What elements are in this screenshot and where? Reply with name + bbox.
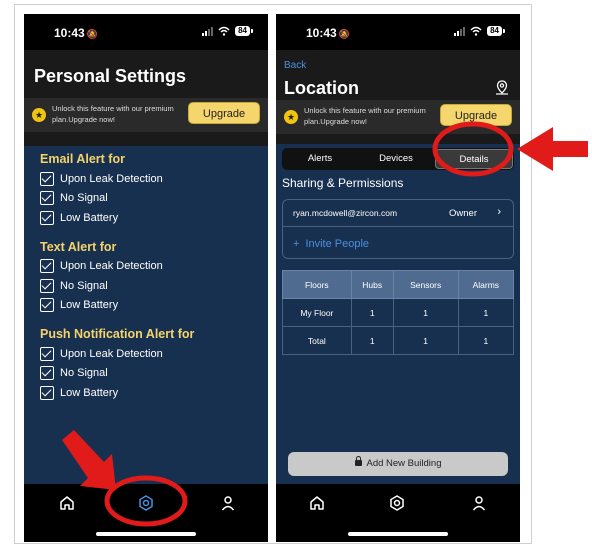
person-icon[interactable] — [470, 494, 488, 512]
table-row: Total 1 1 1 — [282, 326, 515, 355]
upgrade-text: Unlock this feature with our premium pla… — [52, 104, 174, 124]
table-cell: 1 — [457, 326, 515, 355]
table-header: Hubs — [350, 270, 394, 299]
person-icon[interactable] — [219, 494, 237, 512]
battery-icon: 84 — [235, 26, 253, 36]
location-pin-icon[interactable] — [494, 80, 510, 96]
home-icon[interactable] — [58, 494, 76, 512]
section-title-push: Push Notification Alert for — [40, 327, 195, 341]
table-row[interactable]: My Floor 1 1 1 — [282, 298, 515, 327]
upgrade-text: Unlock this feature with our premium pla… — [304, 106, 426, 126]
home-icon[interactable] — [308, 494, 326, 512]
email-nosignal-checkbox[interactable]: No Signal — [40, 189, 268, 209]
table-cell: Total — [282, 326, 352, 355]
tab-details[interactable]: Details — [435, 149, 513, 169]
section-title-email: Email Alert for — [40, 152, 125, 166]
table-header: Alarms — [457, 270, 515, 299]
email-battery-checkbox[interactable]: Low Battery — [40, 208, 268, 228]
back-link[interactable]: Back — [284, 60, 306, 71]
section-title-text: Text Alert for — [40, 239, 117, 254]
star-icon: ★ — [284, 110, 298, 124]
bottom-nav — [276, 484, 520, 542]
phone-location-details: 10:43 🔕 84 Back Location ★ Unlock this fe… — [276, 14, 520, 542]
alert-settings-content: Email Alert for Upon Leak Detection No S… — [24, 146, 268, 484]
table-cell: 1 — [350, 298, 394, 327]
location-details-content: Alerts Devices Details Sharing & Permiss… — [276, 144, 520, 484]
text-leak-checkbox[interactable]: Upon Leak Detection — [40, 257, 268, 277]
table-header: Sensors — [392, 270, 459, 299]
sharing-box: ryan.mcdowell@zircon.com Owner › + Invite… — [282, 199, 514, 259]
share-email: ryan.mcdowell@zircon.com — [293, 208, 398, 218]
phone-personal-settings: 10:43 🔕 84 Personal Settings ★ Unlock thi… — [24, 14, 268, 542]
status-time: 10:43 🔕 — [306, 26, 350, 40]
upgrade-banner: ★ Unlock this feature with our premium p… — [276, 100, 520, 134]
battery-icon: 84 — [487, 26, 505, 36]
table-cell: 1 — [392, 326, 459, 355]
table-cell: My Floor — [282, 298, 352, 327]
upgrade-button[interactable]: Upgrade — [188, 102, 260, 124]
chevron-right-icon: › — [497, 206, 501, 218]
status-icons: 84 — [454, 26, 505, 36]
table-cell: 1 — [457, 298, 515, 327]
table-cell: 1 — [350, 326, 394, 355]
checkbox-checked-icon[interactable] — [40, 346, 54, 361]
text-battery-checkbox[interactable]: Low Battery — [40, 296, 268, 316]
checkbox-checked-icon[interactable] — [40, 298, 54, 313]
status-bar: 10:43 🔕 84 — [24, 14, 268, 50]
email-leak-checkbox[interactable]: Upon Leak Detection — [40, 169, 268, 189]
add-new-building-button[interactable]: Add New Building — [288, 452, 508, 476]
settings-gear-icon[interactable] — [137, 494, 155, 512]
table-cell: 1 — [392, 298, 459, 327]
star-icon: ★ — [32, 108, 46, 122]
upgrade-button[interactable]: Upgrade — [440, 104, 512, 126]
checkbox-checked-icon[interactable] — [40, 366, 54, 381]
push-nosignal-checkbox[interactable]: No Signal — [40, 364, 268, 384]
checkbox-checked-icon[interactable] — [40, 171, 54, 186]
plus-icon: + — [293, 238, 300, 250]
checkbox-checked-icon[interactable] — [40, 210, 54, 225]
status-time: 10:43 🔕 — [54, 26, 98, 40]
bottom-nav — [24, 484, 268, 542]
lock-icon — [354, 456, 362, 466]
upgrade-banner: ★ Unlock this feature with our premium p… — [24, 98, 268, 132]
signal-icon — [202, 26, 214, 36]
home-indicator — [96, 532, 196, 536]
table-header: Floors — [282, 270, 352, 299]
text-nosignal-checkbox[interactable]: No Signal — [40, 276, 268, 296]
location-tabs: Alerts Devices Details — [282, 148, 514, 170]
status-bar: 10:43 🔕 84 — [276, 14, 520, 50]
tab-alerts[interactable]: Alerts — [282, 148, 358, 170]
page-header: Personal Settings ★ Unlock this feature … — [24, 50, 268, 146]
checkbox-checked-icon[interactable] — [40, 278, 54, 293]
wifi-icon — [470, 26, 482, 36]
checkbox-checked-icon[interactable] — [40, 191, 54, 206]
invite-people-button[interactable]: + Invite People — [293, 238, 369, 250]
share-role: Owner — [449, 208, 477, 219]
checkbox-checked-icon[interactable] — [40, 259, 54, 274]
page-title: Personal Settings — [34, 66, 187, 86]
floors-table: Floors Hubs Sensors Alarms My Floor 1 1 … — [282, 270, 515, 355]
page-title: Location — [284, 78, 359, 98]
status-icons: 84 — [202, 26, 253, 36]
wifi-icon — [218, 26, 230, 36]
home-indicator — [348, 532, 448, 536]
settings-gear-icon[interactable] — [388, 494, 406, 512]
checkbox-checked-icon[interactable] — [40, 385, 54, 400]
push-leak-checkbox[interactable]: Upon Leak Detection — [40, 344, 268, 364]
sharing-title: Sharing & Permissions — [282, 176, 404, 190]
push-battery-checkbox[interactable]: Low Battery — [40, 383, 268, 403]
page-header: Back Location ★ Unlock this feature with… — [276, 50, 520, 144]
tab-devices[interactable]: Devices — [358, 148, 434, 170]
share-user-row[interactable]: ryan.mcdowell@zircon.com Owner › — [283, 200, 513, 227]
table-header-row: Floors Hubs Sensors Alarms — [282, 270, 515, 299]
signal-icon — [454, 26, 466, 36]
